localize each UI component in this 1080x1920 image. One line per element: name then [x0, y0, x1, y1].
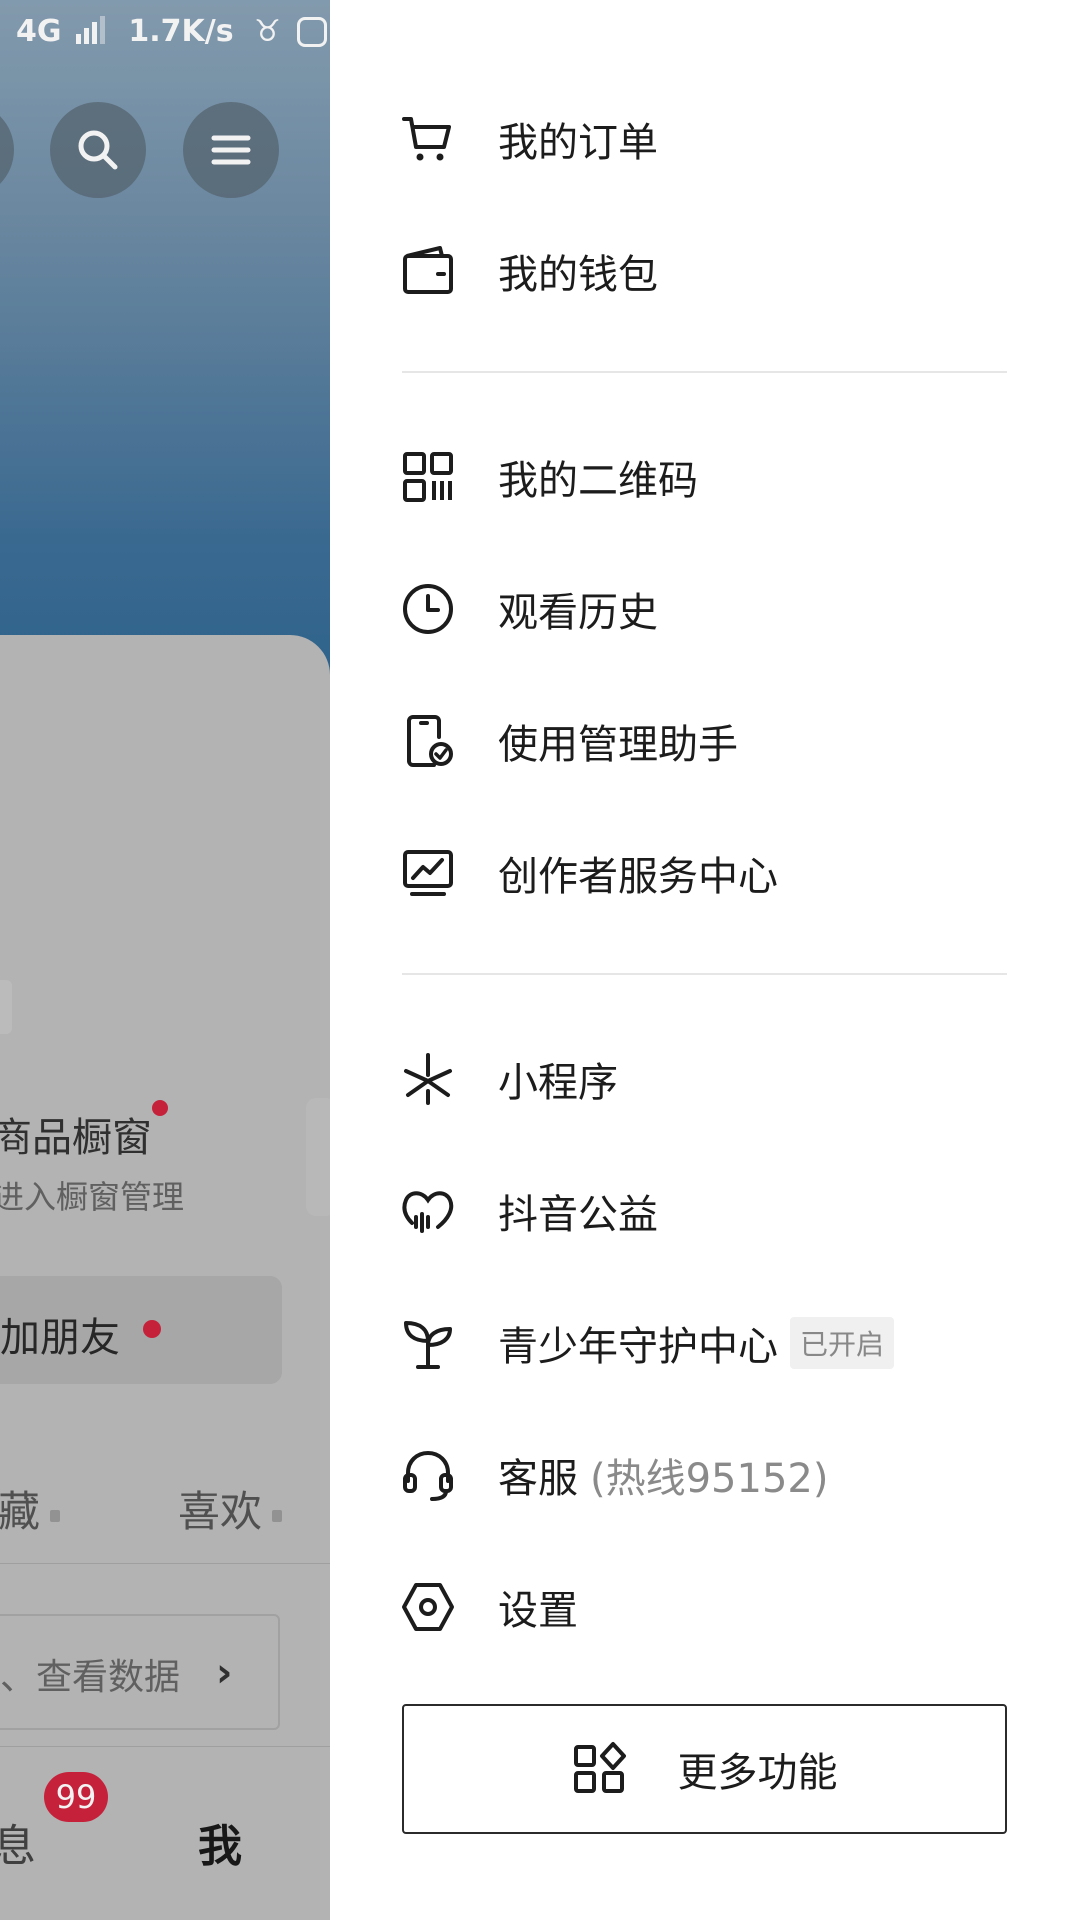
menu-item-label: 小程序 — [498, 1060, 618, 1106]
menu-item-label: 创作者服务中心 — [498, 854, 778, 900]
qr-code-icon — [403, 452, 453, 502]
cart-icon — [402, 117, 451, 161]
menu-item-youth-protection[interactable]: 青少年守护中心 已开启 — [400, 1303, 895, 1383]
menu-item-label: 我的二维码 — [498, 458, 698, 504]
mini-program-icon — [404, 1053, 452, 1105]
side-drawer: 我的订单 我的钱包 我的二维码 观看历史 使用管理助手 创作者服务中心 小程序 … — [330, 0, 1080, 1920]
grid-apps-icon — [573, 1742, 626, 1793]
menu-item-wallet[interactable]: 我的钱包 — [400, 231, 658, 311]
menu-item-mini-program[interactable]: 小程序 — [400, 1039, 618, 1119]
phone-check-icon — [407, 715, 453, 767]
menu-item-creator-center[interactable]: 创作者服务中心 — [400, 833, 778, 913]
more-features-label: 更多功能 — [677, 1750, 838, 1796]
more-features-button[interactable]: 更多功能 — [402, 1704, 1007, 1834]
status-badge: 已开启 — [790, 1317, 895, 1369]
divider — [402, 371, 1007, 373]
wallet-icon — [403, 246, 453, 294]
hotline-text: (热线95152) — [590, 1456, 829, 1502]
menu-item-label: 我的订单 — [498, 120, 658, 166]
menu-item-qr-code[interactable]: 我的二维码 — [400, 437, 698, 517]
profile-background-page: 4G 1.7K/s ♉ 商品橱窗 进入橱窗管理 加朋友 收藏 喜欢 、查看数据 … — [0, 0, 330, 1920]
menu-item-history[interactable]: 观看历史 — [400, 569, 658, 649]
monitor-chart-icon — [403, 850, 453, 896]
menu-item-label: 观看历史 — [498, 590, 658, 636]
sprout-icon — [404, 1321, 452, 1369]
overlay-dim[interactable] — [0, 0, 330, 1920]
headset-icon — [403, 1450, 453, 1501]
heart-charity-icon — [402, 1191, 454, 1233]
clock-icon — [403, 584, 453, 634]
menu-item-usage-assistant[interactable]: 使用管理助手 — [400, 701, 738, 781]
menu-item-customer-service[interactable]: 客服 (热线95152) — [400, 1435, 828, 1515]
menu-item-label: 使用管理助手 — [498, 722, 738, 768]
menu-item-label: 青少年守护中心 — [498, 1324, 778, 1370]
divider — [402, 973, 1007, 975]
menu-item-label: 我的钱包 — [498, 252, 658, 298]
menu-item-label: 设置 — [498, 1588, 578, 1634]
menu-item-orders[interactable]: 我的订单 — [400, 99, 658, 179]
menu-item-settings[interactable]: 设置 — [400, 1567, 578, 1647]
menu-item-charity[interactable]: 抖音公益 — [400, 1171, 658, 1251]
menu-item-label: 客服 — [498, 1456, 578, 1502]
menu-item-label: 抖音公益 — [498, 1192, 658, 1238]
hexagon-settings-icon — [402, 1583, 454, 1631]
